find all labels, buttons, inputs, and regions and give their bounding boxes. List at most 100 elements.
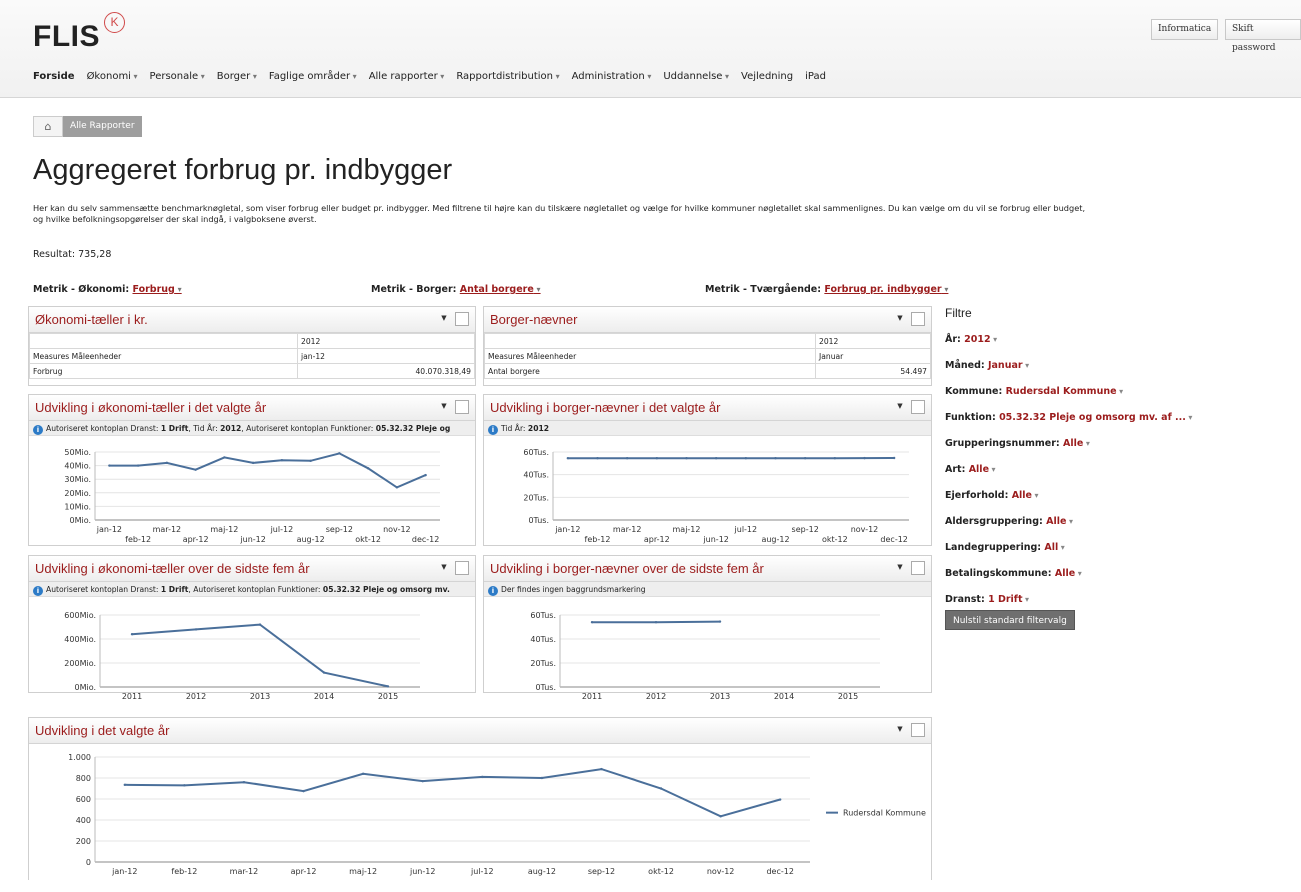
x-tick-label: jan-12 [554, 525, 580, 534]
metric-tvaergaende-select[interactable]: Metrik - Tværgående: Forbrug pr. indbygg… [705, 284, 948, 295]
data-point [195, 628, 197, 630]
data-point [302, 790, 304, 792]
chart-udv-valgte-aar: 02004006008001.000jan-12feb-12mar-12apr-… [35, 747, 950, 892]
panel-title: Udvikling i borger-nævner i det valgte å… [490, 400, 721, 415]
x-tick-label: apr-12 [183, 535, 209, 544]
panel-maximize-icon[interactable] [911, 723, 925, 737]
info-bar: iDer findes ingen baggrundsmarkering [484, 582, 931, 597]
nav-forside[interactable]: Forside [33, 71, 75, 82]
data-point [424, 474, 426, 476]
filter-art[interactable]: Art: Alle [945, 464, 1165, 490]
panel-menu-icon[interactable]: ▼ [437, 561, 451, 575]
x-tick-label: feb-12 [125, 535, 151, 544]
panel-header: Borger-nævner ▼ [484, 307, 931, 333]
panel-menu-icon[interactable]: ▼ [893, 400, 907, 414]
x-tick-label: dec-12 [766, 867, 793, 876]
metric-borger-label: Metrik - Borger: [371, 284, 456, 295]
y-tick-label: 0Mio. [69, 516, 91, 525]
x-tick-label: aug-12 [528, 867, 556, 876]
y-tick-label: 20Tus. [530, 659, 556, 668]
filter-aldersgruppering[interactable]: Aldersgruppering: Alle [945, 516, 1165, 542]
filter-landegruppering[interactable]: Landegruppering: All [945, 542, 1165, 568]
x-tick-label: jul-12 [270, 525, 294, 534]
app-header: FLIS K Informatica Skift password Forsid… [0, 0, 1301, 98]
data-point [166, 462, 168, 464]
data-point [596, 457, 598, 459]
panel-maximize-icon[interactable] [911, 561, 925, 575]
filter-kommune[interactable]: Kommune: Rudersdal Kommune [945, 386, 1165, 412]
x-tick-label: maj-12 [210, 525, 238, 534]
metric-tvaergaende-label: Metrik - Tværgående: [705, 284, 821, 295]
filter-funktion[interactable]: Funktion: 05.32.32 Pleje og omsorg mv. a… [945, 412, 1165, 438]
table-cell: Measures Måleenheder [485, 349, 816, 364]
metric-borger-select[interactable]: Metrik - Borger: Antal borgere [371, 284, 541, 295]
nav-vejledning[interactable]: Vejledning [741, 71, 793, 82]
kpi-table: 2012 Measures Måleenheder jan-12 Forbrug… [29, 333, 475, 379]
panel-maximize-icon[interactable] [911, 312, 925, 326]
panel-maximize-icon[interactable] [455, 400, 469, 414]
panel-menu-icon[interactable]: ▼ [893, 312, 907, 326]
x-tick-label: jan-12 [111, 867, 137, 876]
y-tick-label: 20Tus. [523, 493, 549, 502]
panel-menu-icon[interactable]: ▼ [893, 561, 907, 575]
table-cell: Antal borgere [485, 364, 816, 379]
nav-okonomi[interactable]: Økonomi [87, 71, 138, 82]
informatica-button[interactable]: Informatica [1151, 19, 1218, 40]
series-line [132, 625, 388, 687]
nav-uddannelse[interactable]: Uddannelse [663, 71, 729, 82]
change-password-button[interactable]: Skift password [1225, 19, 1301, 40]
panel-menu-icon[interactable]: ▼ [437, 312, 451, 326]
breadcrumb-alle-rapporter[interactable]: Alle Rapporter [63, 116, 142, 137]
x-tick-label: 2012 [646, 692, 666, 701]
data-point [660, 787, 662, 789]
panel-header: Udvikling i økonomi-tæller over de sidst… [29, 556, 475, 582]
x-tick-label: dec-12 [880, 535, 907, 544]
nav-administration[interactable]: Administration [572, 71, 652, 82]
nav-alle-rapporter[interactable]: Alle rapporter [369, 71, 445, 82]
panel-maximize-icon[interactable] [911, 400, 925, 414]
panel-menu-icon[interactable]: ▼ [437, 400, 451, 414]
chart-udv-okonomi-fem: 0Mio.200Mio.400Mio.600Mio.20112012201320… [40, 605, 430, 717]
x-tick-label: 2015 [378, 692, 398, 701]
reset-filters-button[interactable]: Nulstil standard filtervalg [945, 610, 1075, 630]
panel-menu-icon[interactable]: ▼ [893, 723, 907, 737]
panel-maximize-icon[interactable] [455, 561, 469, 575]
home-icon[interactable]: ⌂ [33, 116, 63, 137]
metric-borger-value[interactable]: Antal borgere [460, 284, 541, 295]
nav-rapportdistribution[interactable]: Rapportdistribution [456, 71, 559, 82]
filters-title: Filtre [945, 306, 1165, 320]
x-tick-label: okt-12 [822, 535, 848, 544]
metric-okonomi-value[interactable]: Forbrug [132, 284, 181, 295]
data-point [124, 784, 126, 786]
data-point [719, 620, 721, 622]
table-row: Measures Måleenheder Januar [485, 349, 931, 364]
main-nav: Forside Økonomi Personale Borger Faglige… [33, 71, 826, 82]
data-point [396, 486, 398, 488]
y-tick-label: 800 [76, 774, 91, 783]
panel-maximize-icon[interactable] [455, 312, 469, 326]
info-icon: i [488, 425, 498, 435]
nav-personale[interactable]: Personale [150, 71, 205, 82]
x-tick-label: sep-12 [792, 525, 819, 534]
filter-grupperingsnummer[interactable]: Grupperingsnummer: Alle [945, 438, 1165, 464]
metric-okonomi-select[interactable]: Metrik - Økonomi: Forbrug [33, 284, 182, 295]
nav-ipad[interactable]: iPad [805, 71, 826, 82]
data-point [281, 459, 283, 461]
intro-line-1: Her kan du selv sammensætte benchmarknøg… [33, 203, 1301, 214]
x-tick-label: feb-12 [171, 867, 197, 876]
panel-header: Udvikling i borger-nævner i det valgte å… [484, 395, 931, 421]
filter-ejerforhold[interactable]: Ejerforhold: Alle [945, 490, 1165, 516]
filter-maned[interactable]: Måned: Januar [945, 360, 1165, 386]
page-title: Aggregeret forbrug pr. indbygger [33, 154, 452, 187]
nav-borger[interactable]: Borger [217, 71, 257, 82]
nav-faglige-omrader[interactable]: Faglige områder [269, 71, 357, 82]
y-tick-label: 0Tus. [528, 516, 549, 525]
metric-tvaergaende-value[interactable]: Forbrug pr. indbygger [824, 284, 948, 295]
flis-logo[interactable]: FLIS [33, 20, 100, 54]
series-line [125, 769, 780, 816]
data-point [626, 457, 628, 459]
filter-ar[interactable]: År: 2012 [945, 334, 1165, 360]
data-point [745, 457, 747, 459]
filter-betalingskommune[interactable]: Betalingskommune: Alle [945, 568, 1165, 594]
data-point [655, 621, 657, 623]
